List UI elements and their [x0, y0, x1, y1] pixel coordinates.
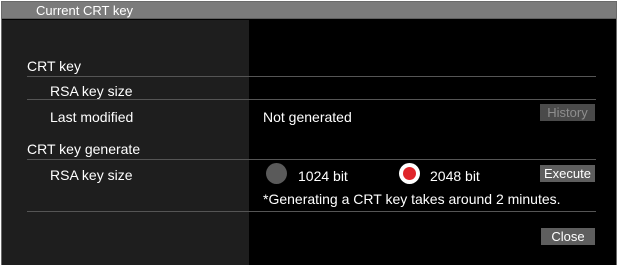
dialog-title: Current CRT key — [36, 3, 134, 18]
divider — [27, 211, 596, 212]
generate-time-note: *Generating a CRT key takes around 2 min… — [263, 191, 561, 207]
radio-1024-bit-label[interactable]: 1024 bit — [298, 168, 348, 184]
last-modified-value: Not generated — [263, 109, 352, 125]
title-bar: Current CRT key — [2, 2, 616, 19]
crt-key-generate-heading: CRT key generate — [27, 141, 141, 157]
generate-rsa-key-size-label: RSA key size — [50, 167, 133, 183]
divider — [27, 99, 596, 100]
crt-key-heading: CRT key — [27, 58, 81, 74]
rsa-key-size-label: RSA key size — [50, 83, 133, 99]
crt-key-dialog: Current CRT key CRT key RSA key size Las… — [1, 1, 617, 265]
radio-2048-bit-label[interactable]: 2048 bit — [430, 168, 480, 184]
radio-2048-bit[interactable] — [399, 163, 420, 184]
divider — [27, 159, 596, 160]
execute-button[interactable]: Execute — [540, 165, 595, 182]
divider — [27, 76, 596, 77]
last-modified-label: Last modified — [50, 109, 134, 125]
radio-1024-bit[interactable] — [266, 163, 287, 184]
close-button[interactable]: Close — [541, 228, 595, 245]
history-button[interactable]: History — [540, 104, 595, 121]
